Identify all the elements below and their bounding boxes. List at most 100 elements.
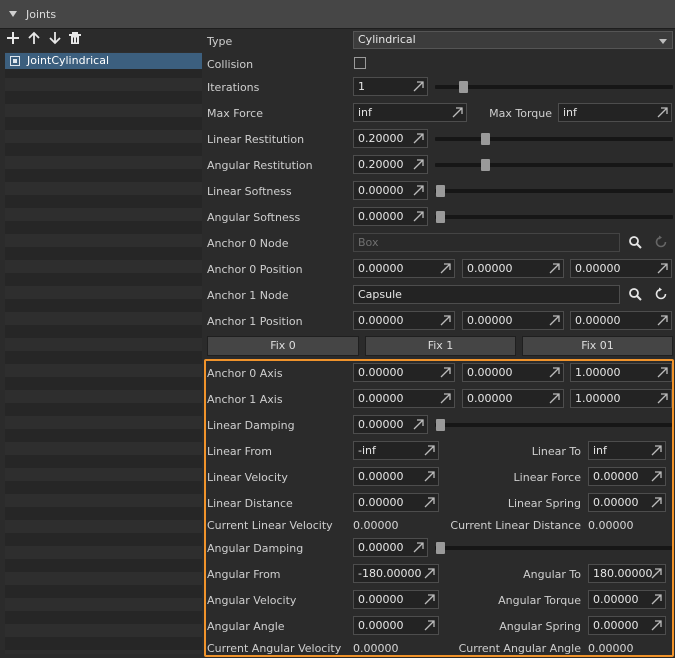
iterations-field[interactable]: 1 [353, 77, 428, 96]
expand-icon[interactable] [440, 263, 451, 274]
anchor0-position-x[interactable]: 0.00000 [353, 259, 455, 278]
linear-restitution-field[interactable]: 0.20000 [353, 129, 428, 148]
add-icon[interactable] [6, 31, 20, 45]
linear-damping-slider-thumb[interactable] [436, 419, 445, 431]
type-select[interactable]: Cylindrical [353, 31, 673, 49]
anchor1-axis-z[interactable]: 1.00000 [570, 389, 672, 408]
expand-icon[interactable] [651, 497, 662, 508]
enabled-checkbox[interactable] [10, 56, 20, 66]
expand-icon[interactable] [413, 542, 424, 553]
joints-list[interactable] [5, 52, 202, 654]
expand-icon[interactable] [657, 367, 668, 378]
linear-softness-field[interactable]: 0.00000 [353, 181, 428, 200]
angular-torque-field[interactable]: 0.00000 [588, 590, 666, 609]
expand-icon[interactable] [549, 393, 560, 404]
expand-icon[interactable] [413, 211, 424, 222]
expand-icon[interactable] [549, 367, 560, 378]
anchor0-position-z[interactable]: 0.00000 [570, 259, 672, 278]
arrow-down-icon[interactable] [48, 31, 62, 45]
iterations-slider-thumb[interactable] [459, 81, 468, 93]
expand-icon[interactable] [413, 81, 424, 92]
linear-to-field[interactable]: inf [588, 441, 666, 460]
anchor0-node-field[interactable]: Box [353, 233, 620, 252]
expand-icon[interactable] [440, 367, 451, 378]
linear-velocity-field[interactable]: 0.00000 [353, 467, 439, 486]
linear-restitution-slider-track[interactable] [435, 137, 673, 141]
expand-icon[interactable] [413, 133, 424, 144]
fix0-button[interactable]: Fix 0 [207, 336, 359, 356]
search-icon[interactable] [628, 287, 642, 301]
expand-icon[interactable] [424, 445, 435, 456]
max-force-field[interactable]: inf [353, 103, 467, 122]
expand-icon[interactable] [657, 393, 668, 404]
expand-icon[interactable] [424, 594, 435, 605]
expand-icon[interactable] [424, 620, 435, 631]
anchor1-position-z[interactable]: 0.00000 [570, 311, 672, 330]
anchor1-axis-x[interactable]: 0.00000 [353, 389, 455, 408]
iterations-slider-track[interactable] [435, 85, 673, 89]
anchor1-position-x[interactable]: 0.00000 [353, 311, 455, 330]
joints-panel-header[interactable]: Joints [0, 0, 675, 29]
linear-from-field[interactable]: -inf [353, 441, 439, 460]
angular-restitution-field[interactable]: 0.20000 [353, 155, 428, 174]
expand-icon[interactable] [651, 568, 662, 579]
search-icon[interactable] [628, 235, 642, 249]
angular-spring-field[interactable]: 0.00000 [588, 616, 666, 635]
expand-icon[interactable] [413, 185, 424, 196]
arrow-up-icon[interactable] [27, 31, 41, 45]
expand-icon[interactable] [651, 594, 662, 605]
fix01-button[interactable]: Fix 01 [522, 336, 673, 356]
expand-icon[interactable] [413, 419, 424, 430]
max-torque-field[interactable]: inf [558, 103, 672, 122]
list-item[interactable]: JointCylindrical [5, 53, 202, 69]
expand-icon[interactable] [657, 315, 668, 326]
expand-icon[interactable] [651, 445, 662, 456]
collapse-arrow-icon[interactable] [9, 11, 17, 17]
trash-icon[interactable] [68, 31, 82, 45]
reset-icon[interactable] [654, 235, 668, 249]
anchor0-axis-x[interactable]: 0.00000 [353, 363, 455, 382]
angular-to-field[interactable]: 180.00000 [588, 564, 666, 583]
expand-icon[interactable] [657, 263, 668, 274]
angular-from-field[interactable]: -180.00000 [353, 564, 439, 583]
expand-icon[interactable] [413, 159, 424, 170]
expand-icon[interactable] [657, 107, 668, 118]
linear-softness-slider-track[interactable] [435, 189, 673, 193]
reset-icon[interactable] [654, 287, 668, 301]
expand-icon[interactable] [424, 497, 435, 508]
anchor0-axis-y[interactable]: 0.00000 [462, 363, 564, 382]
anchor1-axis-y[interactable]: 0.00000 [462, 389, 564, 408]
anchor1-node-field[interactable]: Capsule [353, 285, 620, 304]
expand-icon[interactable] [452, 107, 463, 118]
linear-damping-slider-track[interactable] [435, 423, 672, 427]
angular-damping-field[interactable]: 0.00000 [353, 538, 428, 557]
angular-softness-field[interactable]: 0.00000 [353, 207, 428, 226]
linear-force-field[interactable]: 0.00000 [588, 467, 666, 486]
angular-damping-slider-track[interactable] [435, 546, 672, 550]
expand-icon[interactable] [549, 263, 560, 274]
angular-velocity-field[interactable]: 0.00000 [353, 590, 439, 609]
linear-distance-field[interactable]: 0.00000 [353, 493, 439, 512]
expand-icon[interactable] [549, 315, 560, 326]
expand-icon[interactable] [651, 471, 662, 482]
expand-icon[interactable] [424, 568, 435, 579]
linear-spring-field[interactable]: 0.00000 [588, 493, 666, 512]
linear-softness-slider-thumb[interactable] [436, 185, 445, 197]
angular-angle-field[interactable]: 0.00000 [353, 616, 439, 635]
linear-restitution-slider-thumb[interactable] [481, 133, 490, 145]
angular-restitution-slider-track[interactable] [435, 163, 673, 167]
fix1-button[interactable]: Fix 1 [365, 336, 516, 356]
expand-icon[interactable] [424, 471, 435, 482]
anchor1-position-y[interactable]: 0.00000 [462, 311, 564, 330]
angular-softness-slider-track[interactable] [435, 215, 673, 219]
anchor0-axis-z[interactable]: 1.00000 [570, 363, 672, 382]
angular-softness-slider-thumb[interactable] [436, 211, 445, 223]
linear-damping-field[interactable]: 0.00000 [353, 415, 428, 434]
angular-restitution-slider-thumb[interactable] [481, 159, 490, 171]
anchor0-position-y[interactable]: 0.00000 [462, 259, 564, 278]
collision-checkbox[interactable] [354, 57, 366, 69]
expand-icon[interactable] [651, 620, 662, 631]
expand-icon[interactable] [440, 315, 451, 326]
angular-damping-slider-thumb[interactable] [436, 542, 445, 554]
expand-icon[interactable] [440, 393, 451, 404]
